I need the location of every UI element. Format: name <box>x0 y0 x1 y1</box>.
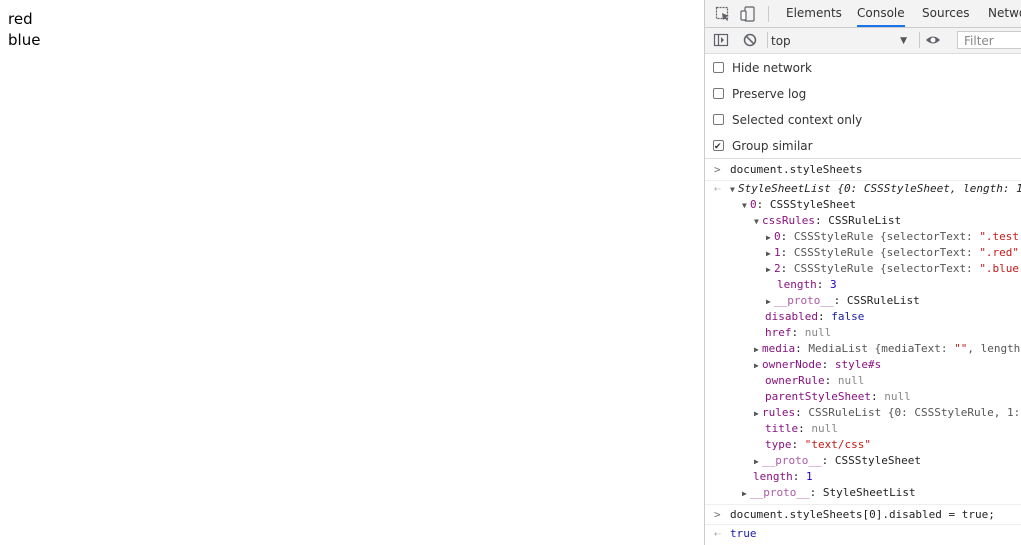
tree-item: title: null <box>765 422 838 435</box>
checkbox[interactable] <box>713 62 724 73</box>
text-red: red <box>8 10 33 28</box>
prompt-icon: > <box>714 163 721 176</box>
expand-triangle-icon[interactable]: ▶ <box>754 358 762 374</box>
tree-item: disabled: false <box>765 310 865 323</box>
devtools-panel: Elements Console Sources Netwo top ▼ Fil… <box>704 0 1021 545</box>
expand-triangle-icon[interactable]: ▶ <box>754 342 762 358</box>
tab-sources[interactable]: Sources <box>922 0 969 27</box>
filter-input[interactable]: Filter <box>957 31 1021 49</box>
tree-item: parentStyleSheet: null <box>765 390 911 403</box>
selected-context-option[interactable]: Selected context only <box>713 110 862 130</box>
clear-console-icon[interactable] <box>742 32 758 48</box>
tree-item[interactable]: ▶ 2: CSSStyleRule {selectorText: ".blue <box>766 261 1019 277</box>
expand-triangle-icon[interactable]: ▶ <box>766 262 774 278</box>
tree-item[interactable]: ▶ __proto__: CSSRuleList <box>766 293 920 309</box>
toolbar-separator <box>768 6 769 22</box>
sidebar-toggle-icon[interactable] <box>713 32 729 48</box>
expand-triangle-icon[interactable]: ▶ <box>766 230 774 246</box>
expand-triangle-icon[interactable]: ▶ <box>754 454 762 470</box>
devtools-tabbar: Elements Console Sources Netwo <box>705 0 1021 28</box>
tree-item: ownerRule: null <box>765 374 865 387</box>
tree-item[interactable]: ▼ 0: CSSStyleSheet <box>742 197 856 213</box>
tree-item[interactable]: ▶ 0: CSSStyleRule {selectorText: ".test <box>766 229 1019 245</box>
text-blue: blue <box>8 31 41 49</box>
result-arrow-icon: ⇠ <box>714 182 721 195</box>
checkbox-checked[interactable] <box>713 137 724 157</box>
expand-triangle-icon[interactable]: ▼ <box>754 214 762 230</box>
tree-item: length: 3 <box>777 278 837 291</box>
console-toolbar: top ▼ Filter <box>705 28 1021 54</box>
preserve-log-option[interactable]: Preserve log <box>713 84 806 104</box>
tab-elements[interactable]: Elements <box>786 0 842 27</box>
context-select[interactable]: top ▼ <box>771 32 907 50</box>
context-value: top <box>771 34 791 48</box>
chevron-down-icon: ▼ <box>900 36 907 46</box>
tab-console[interactable]: Console <box>857 0 905 27</box>
tree-item[interactable]: ▼ cssRules: CSSRuleList <box>754 213 901 229</box>
checkbox[interactable] <box>713 88 724 99</box>
tree-item[interactable]: ▶ __proto__: StyleSheetList <box>742 485 916 501</box>
console-settings: Hide network Preserve log Selected conte… <box>705 54 1021 159</box>
result-arrow-icon: ⇠ <box>714 527 721 540</box>
prompt-icon: > <box>714 508 721 521</box>
expand-triangle-icon[interactable]: ▶ <box>754 406 762 422</box>
tree-item[interactable]: ▶ rules: CSSRuleList {0: CSSStyleRule, 1: <box>754 405 1020 421</box>
tab-network[interactable]: Netwo <box>988 0 1021 27</box>
toolbar-separator <box>919 32 920 48</box>
expand-triangle-icon[interactable]: ▶ <box>766 246 774 262</box>
tree-item[interactable]: ▶ media: MediaList {mediaText: "", length <box>754 341 1020 357</box>
tree-item: type: "text/css" <box>765 438 871 451</box>
page-content: red blue <box>0 0 704 545</box>
group-similar-option[interactable]: Group similar <box>713 136 813 157</box>
device-toolbar-icon[interactable] <box>740 6 756 22</box>
toolbar-separator <box>767 32 768 48</box>
expand-triangle-icon[interactable]: ▼ <box>730 182 738 198</box>
tree-item[interactable]: ▶ 1: CSSStyleRule {selectorText: ".red" <box>766 245 1019 261</box>
expand-triangle-icon[interactable]: ▼ <box>742 198 750 214</box>
checkbox[interactable] <box>713 114 724 125</box>
hide-network-option[interactable]: Hide network <box>713 58 812 78</box>
eye-icon[interactable] <box>925 32 941 48</box>
tree-item[interactable]: ▶ __proto__: CSSStyleSheet <box>754 453 921 469</box>
tree-item: length: 1 <box>753 470 813 483</box>
inspect-element-icon[interactable] <box>715 6 731 22</box>
expand-triangle-icon[interactable]: ▶ <box>742 486 750 502</box>
tree-item[interactable]: ▶ ownerNode: style#s <box>754 357 881 373</box>
tree-item: href: null <box>765 326 832 339</box>
expand-triangle-icon[interactable]: ▶ <box>766 294 774 310</box>
